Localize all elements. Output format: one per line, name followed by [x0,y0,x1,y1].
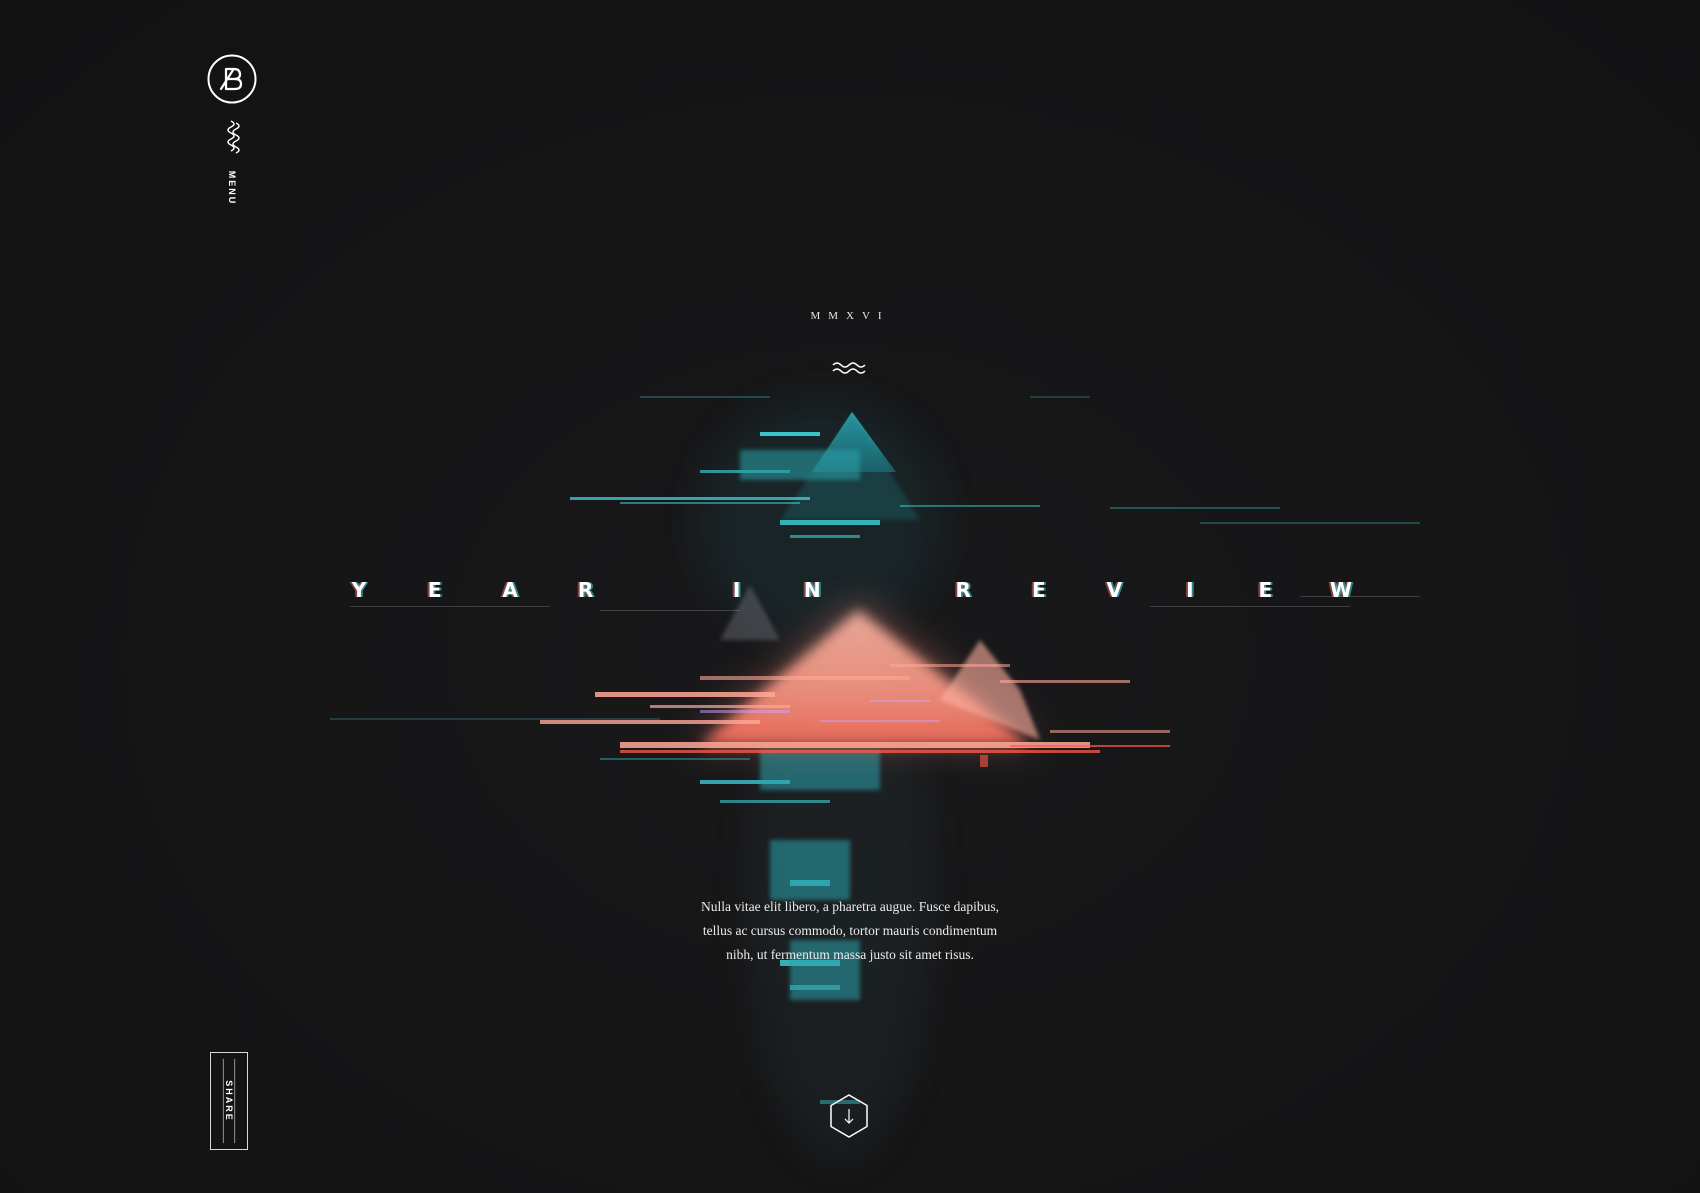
title-letter: N [803,578,821,602]
title-letter: E [1258,578,1273,602]
title-letter: E [1031,578,1046,602]
title-letter: E [427,578,442,602]
page: MENU SHARE MMXVI Y E A R I N R E V I E W… [0,0,1700,1193]
hexagon-arrow-down-icon[interactable] [826,1093,872,1139]
title-letter: I [732,578,741,602]
title-letter: A [502,578,518,602]
title-letter [869,578,907,608]
title-letter: W [1329,578,1352,602]
title-letter: R [577,578,594,602]
menu-label: MENU [227,170,237,206]
share-button[interactable]: SHARE [210,1052,248,1150]
description-line: tellus ac cursus commodo, tortor mauris … [702,923,998,938]
title-letter: R [955,578,971,602]
title-letter: I [1186,578,1194,602]
title-letter: V [1106,578,1123,602]
title-letter: Y [351,578,367,602]
title-letter [642,578,680,608]
share-label: SHARE [224,1080,234,1122]
description-line: Nulla vitae elit libero, a pharetra augu… [700,899,1000,914]
wave-menu-icon[interactable] [224,120,240,154]
year-roman-numeral: MMXVI [810,310,890,322]
description-line: nibh, ut fermentum massa justo sit amet … [726,947,974,962]
hero-title: Y E A R I N R E V I E W [340,578,1360,608]
menu-button[interactable]: MENU [224,168,240,208]
b-monogram-logo-icon[interactable] [207,54,257,104]
hero-description: Nulla vitae elit libero, a pharetra augu… [650,895,1050,967]
wave-divider-icon [832,362,866,374]
